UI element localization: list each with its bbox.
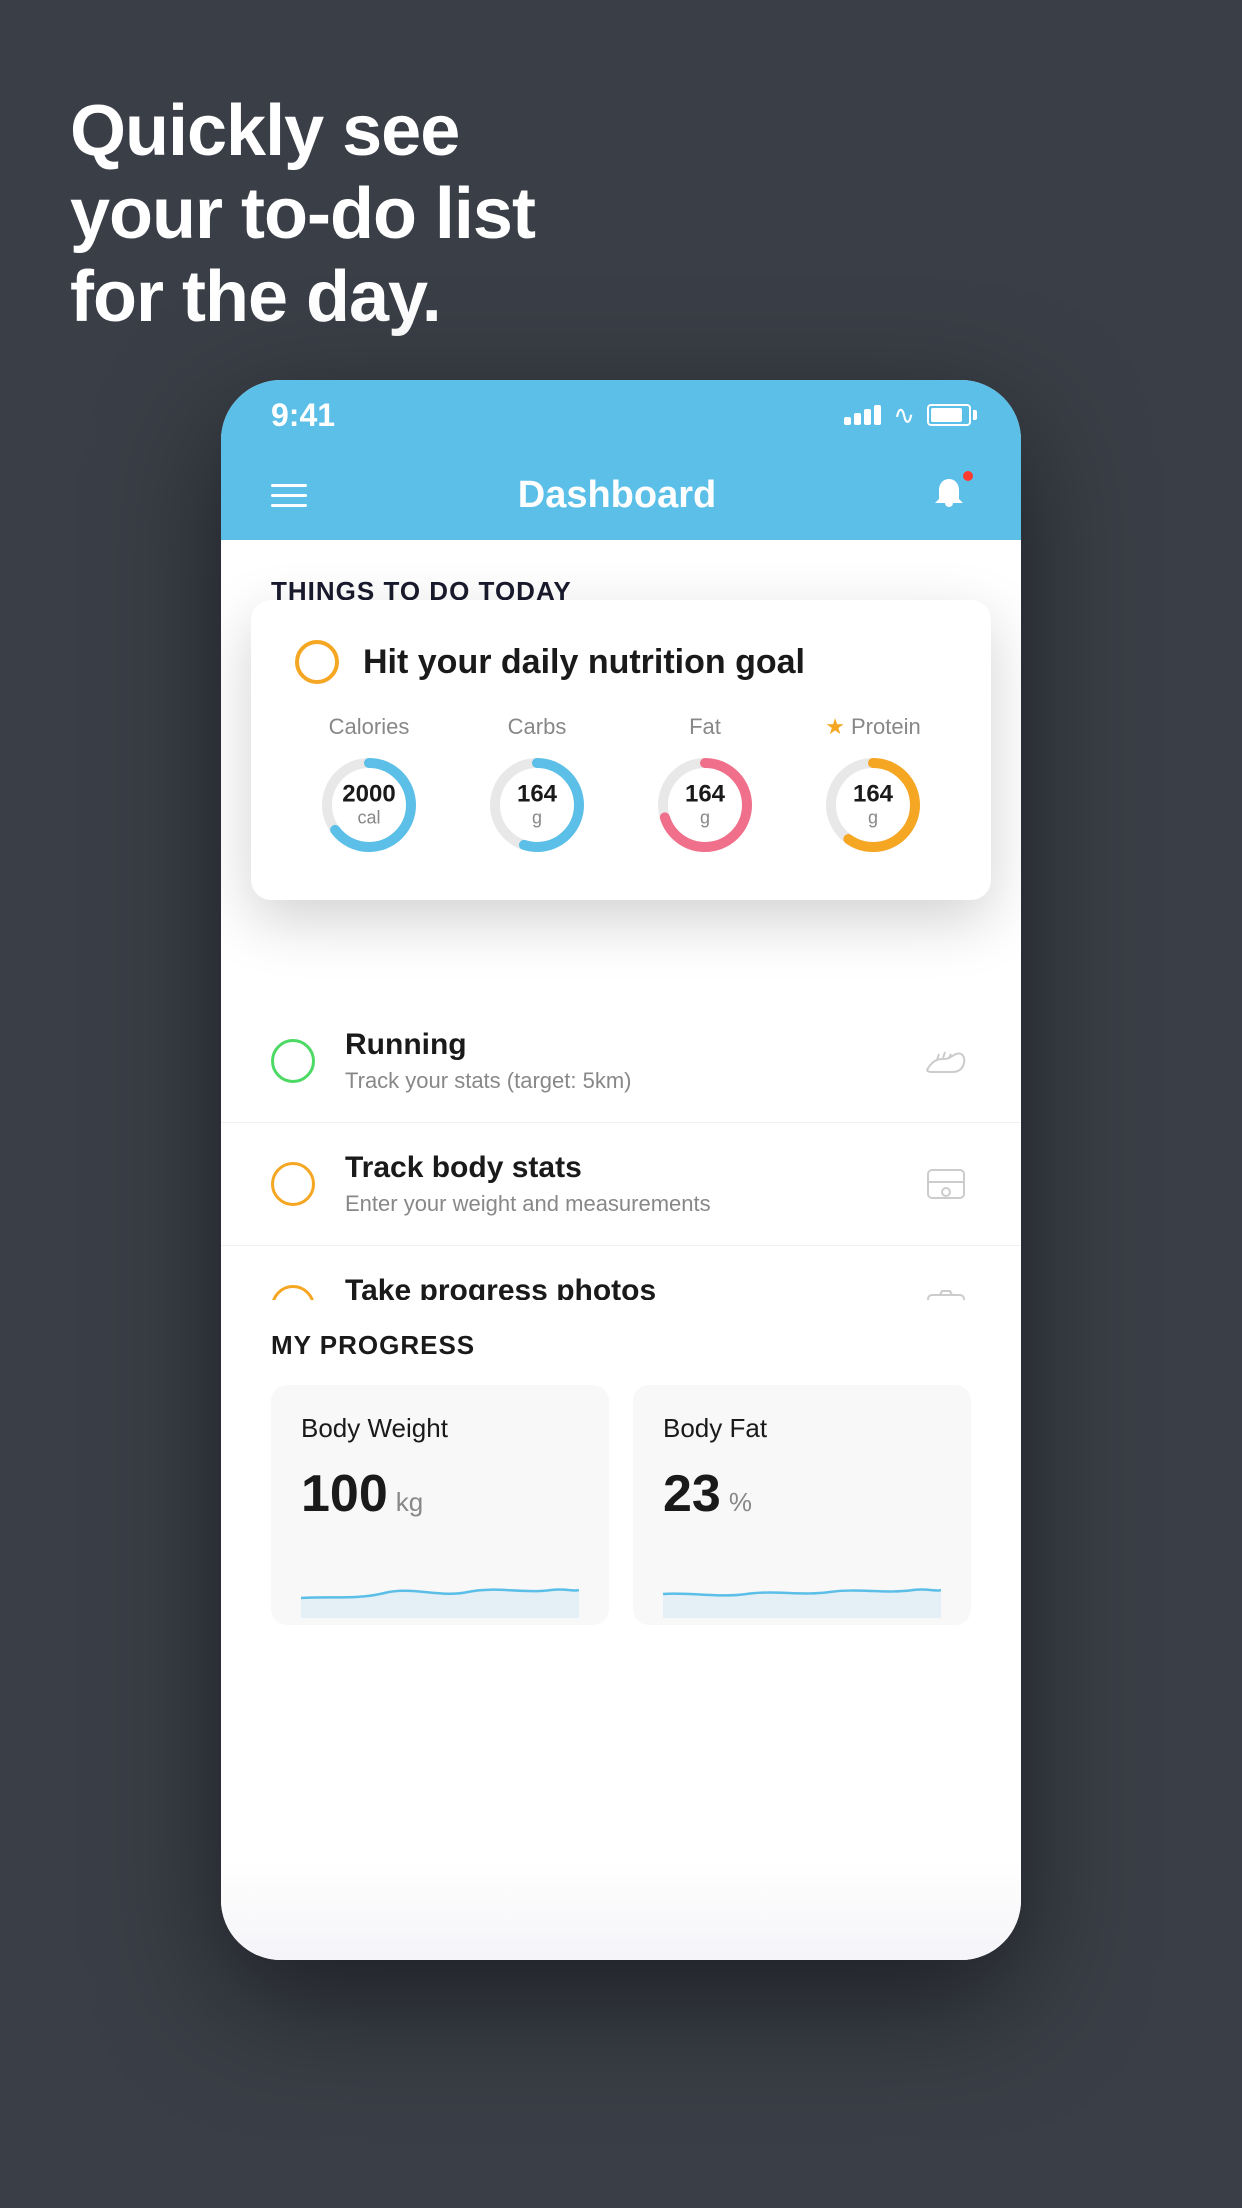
wifi-icon: ∿	[893, 400, 915, 431]
phone-frame: 9:41 ∿ Dashboard	[221, 380, 1021, 1960]
fat-value: 164	[685, 781, 725, 807]
carbs-donut: 164 g	[482, 750, 592, 860]
todo-body-stats[interactable]: Track body stats Enter your weight and m…	[221, 1123, 1021, 1246]
content-area: THINGS TO DO TODAY Hit your daily nutrit…	[221, 540, 1021, 1960]
carbs-unit: g	[517, 808, 557, 829]
body-weight-unit: kg	[396, 1487, 423, 1518]
body-weight-value: 100	[301, 1464, 388, 1524]
body-fat-value-row: 23 %	[663, 1464, 941, 1524]
protein-value: 164	[853, 781, 893, 807]
battery-icon	[927, 404, 971, 426]
nutrition-calories: Calories 2000 cal	[295, 714, 443, 860]
protein-star-icon: ★	[825, 714, 845, 740]
calories-donut: 2000 cal	[314, 750, 424, 860]
task-circle-nutrition	[295, 640, 339, 684]
running-title: Running	[345, 1028, 891, 1062]
body-weight-card: Body Weight 100 kg	[271, 1385, 609, 1625]
hamburger-menu[interactable]	[271, 484, 307, 507]
fat-center: 164 g	[685, 781, 725, 828]
body-stats-text: Track body stats Enter your weight and m…	[345, 1151, 891, 1217]
carbs-value: 164	[517, 781, 557, 807]
phone-wrapper: 9:41 ∿ Dashboard	[221, 380, 1021, 2130]
nutrition-card-title: Hit your daily nutrition goal	[363, 643, 805, 682]
progress-cards: Body Weight 100 kg Body Fat	[271, 1385, 971, 1625]
protein-label-row: ★ Protein	[825, 714, 920, 740]
running-subtitle: Track your stats (target: 5km)	[345, 1068, 891, 1094]
calories-value: 2000	[342, 781, 395, 807]
notification-dot	[961, 469, 975, 483]
body-fat-title: Body Fat	[663, 1413, 941, 1444]
calories-unit: cal	[342, 808, 395, 829]
status-icons: ∿	[844, 400, 971, 431]
body-weight-title: Body Weight	[301, 1413, 579, 1444]
hamburger-line	[271, 494, 307, 497]
status-time: 9:41	[271, 397, 335, 434]
protein-unit: g	[853, 808, 893, 829]
body-stats-subtitle: Enter your weight and measurements	[345, 1191, 891, 1217]
fat-donut: 164 g	[650, 750, 760, 860]
todo-running[interactable]: Running Track your stats (target: 5km)	[221, 1000, 1021, 1123]
protein-donut: 164 g	[818, 750, 928, 860]
hero-line2: your to-do list	[70, 173, 535, 256]
running-shoe-icon	[921, 1036, 971, 1086]
hero-text: Quickly see your to-do list for the day.	[70, 90, 535, 338]
hamburger-line	[271, 504, 307, 507]
hero-line1: Quickly see	[70, 90, 535, 173]
nutrition-protein: ★ Protein 164 g	[799, 714, 947, 860]
nav-title: Dashboard	[518, 474, 716, 517]
bell-button[interactable]	[927, 473, 971, 517]
fat-unit: g	[685, 808, 725, 829]
nutrition-carbs: Carbs 164 g	[463, 714, 611, 860]
body-fat-card: Body Fat 23 %	[633, 1385, 971, 1625]
protein-label: Protein	[851, 714, 921, 740]
calories-label: Calories	[329, 714, 410, 740]
protein-center: 164 g	[853, 781, 893, 828]
carbs-center: 164 g	[517, 781, 557, 828]
hamburger-line	[271, 484, 307, 487]
body-stats-circle	[271, 1162, 315, 1206]
progress-section: MY PROGRESS Body Weight 100 kg	[221, 1300, 1021, 1625]
hero-line3: for the day.	[70, 256, 535, 339]
running-circle	[271, 1039, 315, 1083]
body-weight-value-row: 100 kg	[301, 1464, 579, 1524]
nutrition-card: Hit your daily nutrition goal Calories	[251, 600, 991, 900]
nutrition-grid: Calories 2000 cal	[295, 714, 947, 860]
fat-label: Fat	[689, 714, 721, 740]
bottom-shadow	[221, 1860, 1021, 1960]
carbs-label: Carbs	[508, 714, 567, 740]
scale-icon	[921, 1159, 971, 1209]
body-fat-value: 23	[663, 1464, 721, 1524]
calories-center: 2000 cal	[342, 781, 395, 828]
nav-bar: Dashboard	[221, 450, 1021, 540]
body-weight-sparkline	[301, 1548, 579, 1618]
progress-header: MY PROGRESS	[271, 1330, 971, 1361]
body-stats-title: Track body stats	[345, 1151, 891, 1185]
body-fat-sparkline	[663, 1548, 941, 1618]
body-fat-unit: %	[729, 1487, 752, 1518]
running-text: Running Track your stats (target: 5km)	[345, 1028, 891, 1094]
status-bar: 9:41 ∿	[221, 380, 1021, 450]
nutrition-fat: Fat 164 g	[631, 714, 779, 860]
card-title-row: Hit your daily nutrition goal	[295, 640, 947, 684]
signal-icon	[844, 405, 881, 425]
